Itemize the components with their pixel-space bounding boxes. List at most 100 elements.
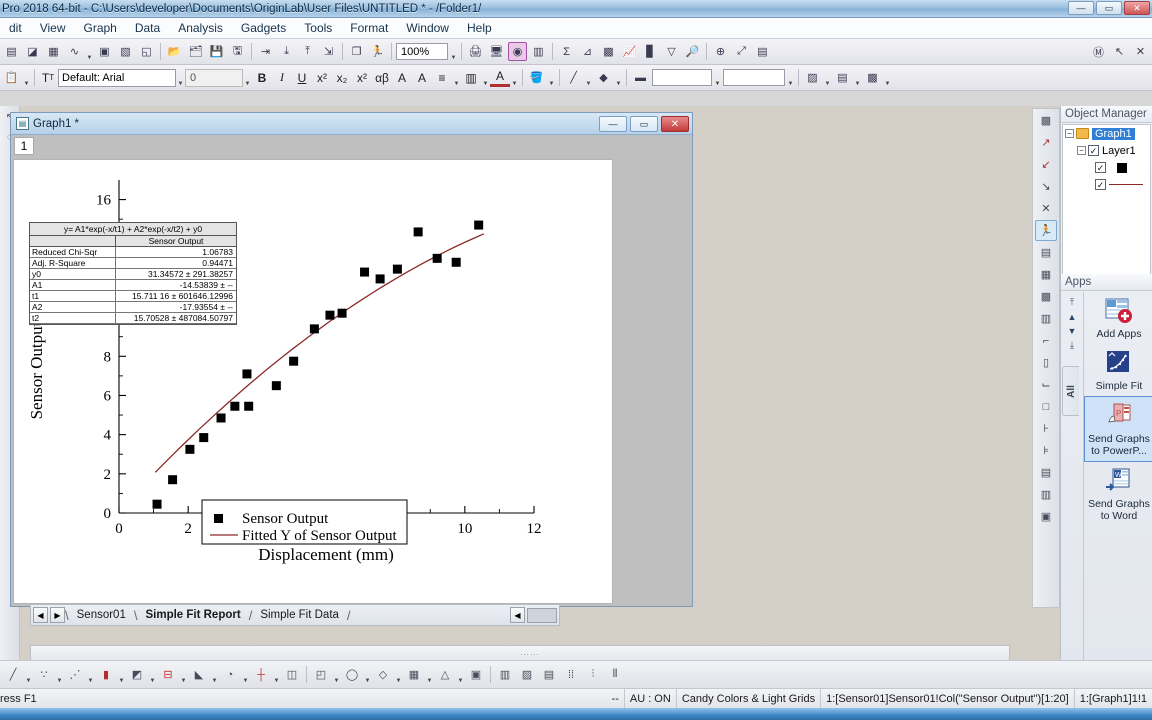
tabbar-scroll-left[interactable]: ◀ bbox=[510, 607, 525, 623]
status-selection[interactable]: 1:[Sensor01]Sensor01!Col("Sensor Output"… bbox=[820, 688, 1074, 709]
unstack-columns-icon[interactable]: ⫶ bbox=[583, 665, 603, 685]
new-workbook-icon[interactable]: ▤ bbox=[2, 42, 21, 61]
line-style-icon[interactable]: ╱ bbox=[564, 68, 583, 87]
data-point[interactable] bbox=[413, 227, 423, 237]
import-data-icon[interactable]: ⇲ bbox=[319, 42, 338, 61]
tree-label-layer1[interactable]: Layer1 bbox=[1102, 145, 1136, 157]
line-style-dropdown-icon[interactable]: ▼ bbox=[584, 68, 593, 87]
column-plot-icon[interactable]: ▮ bbox=[96, 665, 116, 685]
3d-symbol-dropdown-icon[interactable]: ▼ bbox=[363, 665, 372, 684]
stats-icon[interactable]: ⊿ bbox=[578, 42, 597, 61]
reverse-axis-icon[interactable]: ↙ bbox=[1035, 154, 1057, 175]
app-item-simple-fit[interactable]: Simple Fit bbox=[1084, 344, 1152, 396]
app-item-send-graphs-to-word[interactable]: W Send Graphs to Word bbox=[1084, 462, 1152, 526]
open-excel-icon[interactable]: 🗂 bbox=[186, 42, 205, 61]
align-button[interactable]: ≡ bbox=[432, 68, 452, 87]
arrange-layers-icon[interactable]: ▩ bbox=[1035, 286, 1057, 307]
tick-style-icon[interactable]: ⊧ bbox=[1035, 440, 1057, 461]
image-plot-icon[interactable]: ▣ bbox=[466, 665, 486, 685]
ternary-dropdown-icon[interactable]: ▼ bbox=[456, 665, 465, 684]
data-point[interactable] bbox=[199, 433, 209, 443]
tab-next-button[interactable]: ▶ bbox=[50, 607, 65, 623]
area-plot-icon[interactable]: ◩ bbox=[127, 665, 147, 685]
fit-curve-checkbox[interactable]: ✓ bbox=[1095, 179, 1106, 190]
underline-button[interactable]: U bbox=[292, 68, 312, 87]
area-dropdown-icon[interactable]: ▼ bbox=[148, 665, 157, 684]
symbol-size-field[interactable] bbox=[723, 69, 785, 86]
new-excel-icon[interactable]: ▧ bbox=[116, 42, 135, 61]
group-objects-icon[interactable]: ▣ bbox=[1035, 506, 1057, 527]
stock-chart-icon[interactable]: ┼ bbox=[251, 665, 271, 685]
line-symbol-dropdown-icon[interactable]: ▼ bbox=[86, 665, 95, 684]
tree-row-layer1[interactable]: − ✓ Layer1 bbox=[1063, 142, 1150, 159]
data-point[interactable] bbox=[271, 381, 281, 391]
frame-full-icon[interactable]: ▯ bbox=[1035, 352, 1057, 373]
stack-layers-icon[interactable]: ▥ bbox=[1035, 308, 1057, 329]
function-plot-dropdown-icon[interactable]: ▼ bbox=[85, 42, 94, 61]
print-icon[interactable]: 🖨 bbox=[466, 42, 485, 61]
save-template-icon[interactable]: 🖫 bbox=[228, 42, 247, 61]
marker-dropdown-icon[interactable]: ▼ bbox=[614, 68, 623, 87]
bold-button[interactable]: B bbox=[252, 68, 272, 87]
menu-item-view[interactable]: View bbox=[31, 19, 75, 37]
scatter-plot-icon[interactable]: ∵ bbox=[34, 665, 54, 685]
new-graph-icon[interactable]: ◪ bbox=[23, 42, 42, 61]
tree-label-graph1[interactable]: Graph1 bbox=[1092, 127, 1135, 140]
pie-chart-icon[interactable]: ◔ bbox=[220, 665, 240, 685]
xy-exchange-icon[interactable]: ✕ bbox=[1035, 198, 1057, 219]
font-size-dropdown-icon[interactable]: ▼ bbox=[243, 68, 252, 87]
window-close-button[interactable]: ✕ bbox=[1124, 1, 1150, 15]
sigma-icon[interactable]: Σ bbox=[557, 42, 576, 61]
data-point[interactable] bbox=[360, 267, 370, 277]
new-layout-icon[interactable]: ◱ bbox=[137, 42, 156, 61]
app-gallery-icon[interactable]: Ⓜ bbox=[1089, 42, 1108, 61]
menu-item-analysis[interactable]: Analysis bbox=[169, 19, 232, 37]
layer-icon[interactable]: ▤ bbox=[753, 42, 772, 61]
status-auto-update[interactable]: AU : ON bbox=[623, 688, 676, 709]
column-dropdown-icon[interactable]: ▼ bbox=[117, 665, 126, 684]
apps-scroll-top-icon[interactable]: ⤒ bbox=[1070, 297, 1074, 308]
checkerboard-icon[interactable]: ▩ bbox=[1035, 110, 1057, 131]
tab-prev-button[interactable]: ◀ bbox=[33, 607, 48, 623]
tree-expander-icon[interactable]: − bbox=[1077, 146, 1086, 155]
3d-bar-dropdown-icon[interactable]: ▼ bbox=[425, 665, 434, 684]
cloneable-template-icon[interactable]: ▨ bbox=[517, 665, 537, 685]
menu-item-gadgets[interactable]: Gadgets bbox=[232, 19, 295, 37]
font-name-field[interactable]: Default: Arial bbox=[58, 68, 176, 87]
apps-scroll-bottom-icon[interactable]: ⤓ bbox=[1070, 340, 1074, 351]
extract-layers-icon[interactable]: ▦ bbox=[1035, 264, 1057, 285]
data-point[interactable] bbox=[244, 401, 254, 411]
font-size-field[interactable]: 0 bbox=[185, 68, 243, 87]
superscript-subscript-button[interactable]: x² bbox=[352, 68, 372, 87]
fill-area-dropdown-icon[interactable]: ▼ bbox=[210, 665, 219, 684]
status-window-ref[interactable]: 1:[Graph1]1!1 bbox=[1073, 688, 1152, 709]
zoom-dropdown-icon[interactable]: ▼ bbox=[449, 42, 458, 61]
tree-row-scatter-plot[interactable]: ✓ bbox=[1063, 159, 1150, 176]
scatter-plot-checkbox[interactable]: ✓ bbox=[1095, 162, 1106, 173]
line-plot-icon[interactable]: ╱ bbox=[3, 665, 23, 685]
template-library-icon[interactable]: ▥ bbox=[495, 665, 515, 685]
data-point[interactable] bbox=[168, 475, 178, 485]
font-color-button[interactable]: A bbox=[490, 68, 510, 87]
window-maximize-button[interactable]: ▭ bbox=[1096, 1, 1122, 15]
frame-none-icon[interactable]: □ bbox=[1035, 396, 1057, 417]
object-manager-tree[interactable]: − Graph1 − ✓ Layer1 ✓ ✓ bbox=[1062, 124, 1151, 284]
3d-wire-dropdown-icon[interactable]: ▼ bbox=[394, 665, 403, 684]
open-icon[interactable]: 📂 bbox=[165, 42, 184, 61]
menu-item-tools[interactable]: Tools bbox=[295, 19, 341, 37]
data-point[interactable] bbox=[451, 257, 461, 267]
fill-pattern-dropdown-icon[interactable]: ▼ bbox=[823, 68, 832, 87]
graph-page[interactable]: 0246810121416 024681012 Sensor Output (m… bbox=[13, 159, 613, 604]
symbol-size-dropdown-icon[interactable]: ▼ bbox=[786, 68, 795, 87]
tab-sensor01[interactable]: Sensor01 bbox=[69, 609, 134, 621]
3d-surface-dropdown-icon[interactable]: ▼ bbox=[332, 665, 341, 684]
close-toolbar-icon[interactable]: ✕ bbox=[1131, 42, 1150, 61]
window-minimize-button[interactable]: — bbox=[1068, 1, 1094, 15]
data-point[interactable] bbox=[152, 499, 162, 509]
pattern-button[interactable]: ▥ bbox=[461, 68, 481, 87]
import-multiple-ascii-icon[interactable]: ⤒ bbox=[298, 42, 317, 61]
filter-icon[interactable]: ▽ bbox=[662, 42, 681, 61]
tree-row-graph1[interactable]: − Graph1 bbox=[1063, 125, 1150, 142]
menu-item-help[interactable]: Help bbox=[458, 19, 501, 37]
speed-mode-icon[interactable]: 🏃 bbox=[1035, 220, 1057, 241]
